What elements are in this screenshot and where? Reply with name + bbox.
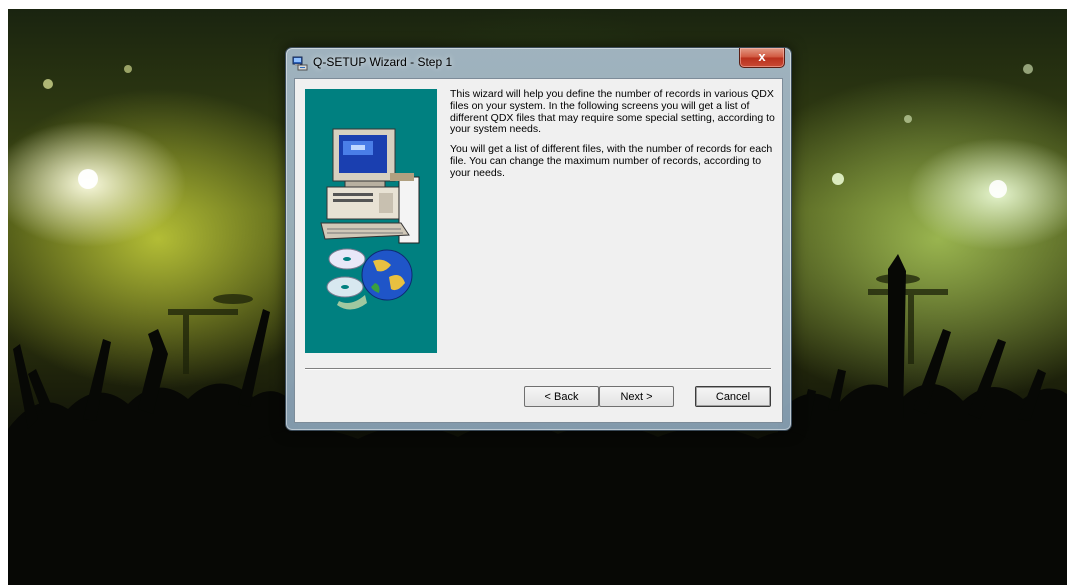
close-button[interactable]: x xyxy=(739,48,785,68)
dialog-body: This wizard will help you define the num… xyxy=(294,78,783,423)
setup-app-icon xyxy=(292,56,308,71)
window-title: Q-SETUP Wizard - Step 1 xyxy=(313,55,453,69)
title-bar[interactable]: Q-SETUP Wizard - Step 1 x xyxy=(286,48,791,76)
next-button[interactable]: Next > xyxy=(599,386,674,407)
description-paragraph-2: You will get a list of different files, … xyxy=(450,143,773,179)
description-paragraph-1: This wizard will help you define the num… xyxy=(450,88,775,136)
computer-and-globe-icon xyxy=(320,128,420,310)
back-button[interactable]: < Back xyxy=(524,386,599,407)
cancel-button[interactable]: Cancel xyxy=(695,386,771,407)
divider xyxy=(305,368,771,370)
wizard-dialog: Q-SETUP Wizard - Step 1 x This wizard wi… xyxy=(285,47,792,431)
side-panel xyxy=(305,89,437,353)
wizard-description: This wizard will help you define the num… xyxy=(450,88,780,188)
